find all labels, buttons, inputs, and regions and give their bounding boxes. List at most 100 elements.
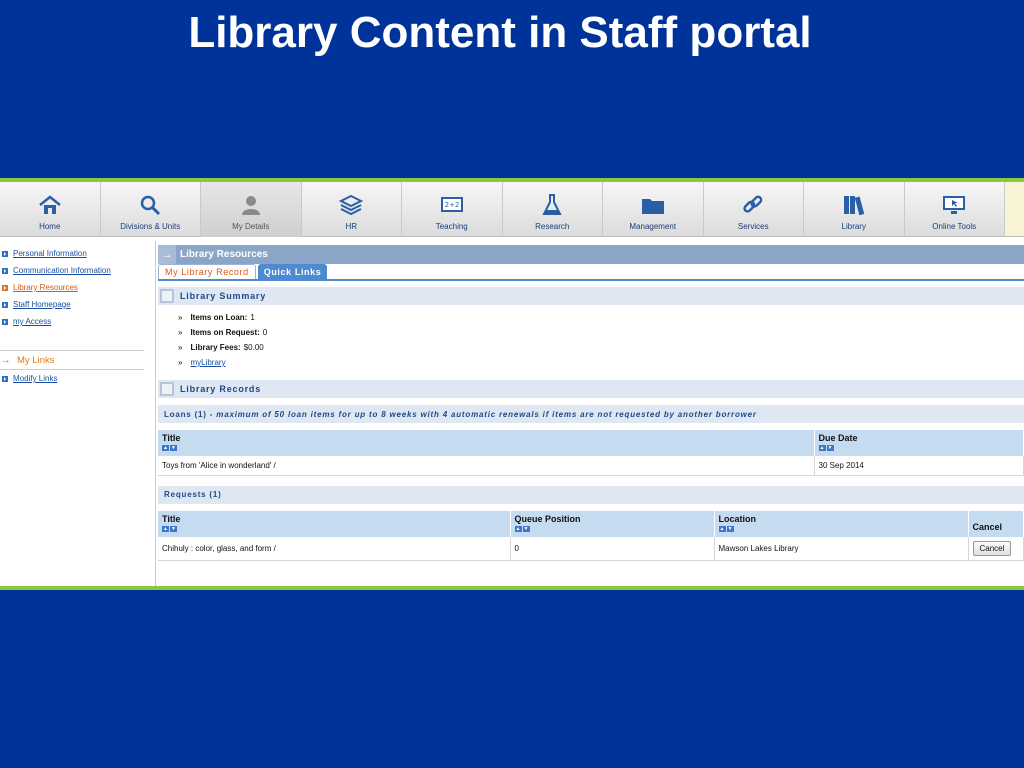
loans-heading-note: maximum of 50 loan items for up to 8 wee… (216, 409, 757, 419)
request-queue-cell: 0 (510, 536, 715, 561)
sidebar-item-my-access[interactable]: my Access (0, 313, 155, 330)
sidebar-item-label[interactable]: Communication Information (13, 266, 111, 275)
summary-library-fees: » Library Fees: $0.00 (178, 340, 1024, 355)
section-header: → Library Resources (158, 245, 1024, 264)
sidebar-item-modify-links[interactable]: Modify Links (0, 370, 155, 387)
nav-label: Library (841, 222, 866, 231)
collapse-square-icon[interactable] (160, 382, 174, 396)
chalkboard-icon: 2+2 (439, 194, 465, 216)
home-icon (37, 194, 63, 216)
sidebar-item-personal-information[interactable]: Personal Information (0, 245, 155, 262)
requests-heading: Requests (1) (158, 485, 1024, 504)
nav-hr[interactable]: HR (302, 182, 402, 237)
nav-online-tools[interactable]: Online Tools (905, 182, 1005, 237)
sidebar: Personal Information Communication Infor… (0, 241, 156, 586)
request-cancel-cell: Cancel (968, 536, 1024, 561)
table-row: Toys from 'Alice in wonderland' / 30 Sep… (158, 456, 1024, 476)
loan-due-cell: 30 Sep 2014 (814, 456, 1024, 476)
nav-research[interactable]: Research (503, 182, 603, 237)
nav-label: HR (345, 222, 358, 231)
column-header-location[interactable]: Location ▲ ▼ (714, 510, 969, 537)
nav-label: Management (629, 222, 677, 231)
nav-label: Home (39, 222, 61, 231)
flask-icon (539, 194, 565, 216)
arrow-bullet-icon (2, 318, 8, 325)
nav-services[interactable]: Services (704, 182, 804, 237)
sidebar-item-label[interactable]: Library Resources (13, 283, 78, 292)
nav-management[interactable]: Management (603, 182, 704, 237)
top-navigation: Home Divisions & Units My Details HR 2+2… (0, 182, 1024, 237)
sort-arrows-icon[interactable]: ▲ ▼ (162, 445, 810, 451)
modify-links-label[interactable]: Modify Links (13, 374, 57, 383)
sidebar-item-communication-information[interactable]: Communication Information (0, 262, 155, 279)
sidebar-item-label[interactable]: Personal Information (13, 249, 87, 258)
summary-mylibrary: » myLibrary (178, 355, 1024, 370)
nav-label: My Details (232, 222, 270, 231)
table-header-row: Title ▲ ▼ Due Date ▲ ▼ (158, 430, 1024, 456)
sidebar-item-staff-homepage[interactable]: Staff Homepage (0, 296, 155, 313)
request-title-cell: Chihuly : color, glass, and form / (158, 536, 511, 561)
folder-icon (640, 194, 666, 216)
summary-label: Library Fees: (190, 343, 241, 352)
mylibrary-link[interactable]: myLibrary (190, 358, 225, 367)
bullet-icon: » (178, 358, 183, 367)
sidebar-item-label[interactable]: Staff Homepage (13, 300, 71, 309)
bullet-icon: » (178, 328, 183, 337)
collapse-square-icon[interactable] (160, 289, 174, 303)
nav-label: Teaching (435, 222, 468, 231)
summary-label: Items on Loan: (190, 313, 248, 322)
arrow-bullet-icon (2, 267, 8, 274)
layers-icon (338, 194, 364, 216)
sidebar-list: Personal Information Communication Infor… (0, 241, 155, 330)
tab-my-library-record[interactable]: My Library Record (158, 264, 256, 279)
table-row: Chihuly : color, glass, and form / 0 Maw… (158, 536, 1024, 561)
column-header-queue-position[interactable]: Queue Position ▲ ▼ (510, 510, 715, 537)
tab-bar: My Library Record Quick Links (158, 264, 1024, 281)
cancel-request-button[interactable]: Cancel (972, 540, 1012, 556)
column-header-title[interactable]: Title ▲ ▼ (158, 430, 815, 456)
bullet-icon: » (178, 343, 183, 352)
nav-label: Divisions & Units (120, 222, 181, 231)
sidebar-item-library-resources[interactable]: Library Resources (0, 279, 155, 296)
summary-value: $0.00 (243, 343, 264, 352)
column-header-title[interactable]: Title ▲ ▼ (158, 510, 511, 537)
arrow-bullet-icon (2, 284, 8, 291)
column-header-due-date[interactable]: Due Date ▲ ▼ (814, 430, 1024, 456)
my-links-heading: → My Links (0, 350, 144, 370)
nav-my-details[interactable]: My Details (201, 182, 302, 237)
summary-items-on-request: » Items on Request: 0 (178, 325, 1024, 340)
arrow-bullet-icon (2, 375, 8, 382)
records-heading-text: Library Records (180, 384, 262, 394)
sort-arrows-icon[interactable]: ▲ ▼ (514, 525, 710, 532)
nav-teaching[interactable]: 2+2 Teaching (402, 182, 503, 237)
nav-home[interactable]: Home (0, 182, 101, 237)
slide-title: Library Content in Staff portal (188, 8, 812, 57)
summary-value: 1 (250, 313, 255, 322)
library-records-heading: Library Records (158, 380, 1024, 398)
main-content: → Library Resources My Library Record Qu… (158, 245, 1024, 586)
nav-divisions-units[interactable]: Divisions & Units (101, 182, 201, 237)
nav-label: Online Tools (932, 222, 977, 231)
sort-arrows-icon[interactable]: ▲ ▼ (818, 445, 1020, 451)
column-header-cancel: Cancel (968, 510, 1024, 537)
person-icon (238, 194, 264, 216)
my-links-label: My Links (17, 354, 55, 366)
loans-table: Title ▲ ▼ Due Date ▲ ▼ Toys from 'Alice in… (158, 430, 1024, 476)
sidebar-item-label[interactable]: my Access (13, 317, 51, 326)
sort-arrows-icon[interactable]: ▲ ▼ (718, 525, 964, 532)
nav-filler (1005, 182, 1024, 236)
library-summary-heading: Library Summary (158, 287, 1024, 305)
nav-library[interactable]: Library (804, 182, 905, 237)
arrow-right-icon: → (158, 245, 176, 264)
loans-heading: Loans (1) - maximum of 50 loan items for… (158, 405, 1024, 423)
summary-heading-text: Library Summary (180, 291, 267, 301)
sort-arrows-icon[interactable]: ▲ ▼ (162, 525, 506, 532)
books-icon (841, 194, 867, 216)
summary-items-on-loan: » Items on Loan: 1 (178, 310, 1024, 325)
request-location-cell: Mawson Lakes Library (714, 536, 969, 561)
chain-link-icon (740, 194, 766, 216)
loan-title-cell: Toys from 'Alice in wonderland' / (158, 456, 815, 476)
loans-heading-prefix: Loans (1) - (164, 409, 214, 419)
tab-quick-links[interactable]: Quick Links (257, 264, 328, 279)
nav-label: Services (737, 222, 769, 231)
